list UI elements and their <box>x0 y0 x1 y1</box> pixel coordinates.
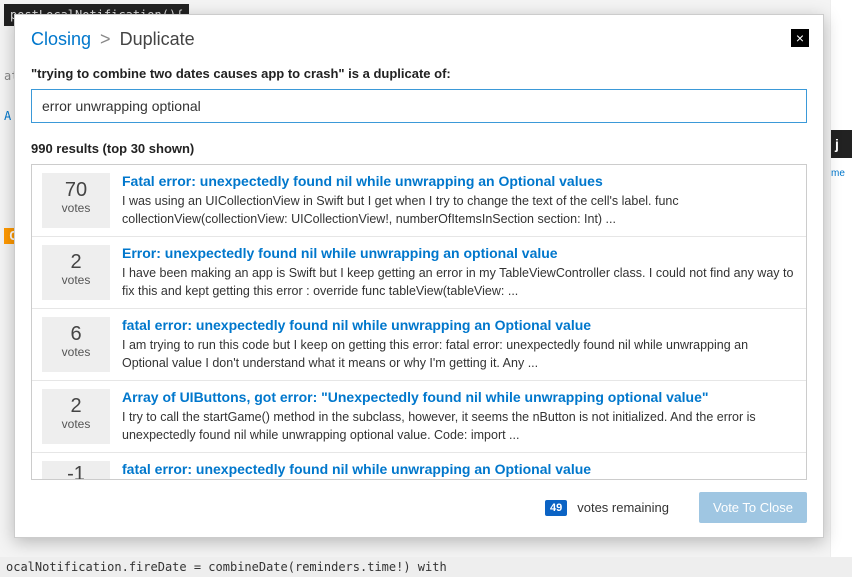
vote-count: 2 votes <box>42 245 110 300</box>
result-title-link[interactable]: Error: unexpectedly found nil while unwr… <box>122 245 796 261</box>
breadcrumb-separator: > <box>100 29 111 49</box>
result-title-link[interactable]: fatal error: unexpectedly found nil whil… <box>122 317 796 333</box>
result-item[interactable]: -1 fatal error: unexpectedly found nil w… <box>32 453 806 480</box>
results-count: 990 results (top 30 shown) <box>31 141 807 156</box>
result-title-link[interactable]: Fatal error: unexpectedly found nil whil… <box>122 173 796 189</box>
vote-count: 6 votes <box>42 317 110 372</box>
dialog-footer: 49 votes remaining Vote To Close <box>31 492 807 523</box>
breadcrumb-current: Duplicate <box>120 29 195 49</box>
results-list: 70 votes Fatal error: unexpectedly found… <box>31 164 807 480</box>
duplicate-search-input[interactable] <box>31 89 807 123</box>
vote-count: -1 <box>42 461 110 480</box>
vote-count: 70 votes <box>42 173 110 228</box>
result-snippet: I have been making an app is Swift but I… <box>122 265 796 300</box>
result-title-link[interactable]: fatal error: unexpectedly found nil whil… <box>122 461 796 477</box>
result-snippet: I was using an UICollectionView in Swift… <box>122 193 796 228</box>
background-code-line: ocalNotification.fireDate = combineDate(… <box>0 557 852 577</box>
result-item[interactable]: 2 votes Array of UIButtons, got error: "… <box>32 381 806 453</box>
duplicate-prompt: "trying to combine two dates causes app … <box>31 66 807 81</box>
result-snippet: I try to call the startGame() method in … <box>122 409 796 444</box>
votes-remaining-badge: 49 <box>545 500 567 516</box>
result-title-link[interactable]: Array of UIButtons, got error: "Unexpect… <box>122 389 796 405</box>
result-item[interactable]: 2 votes Error: unexpectedly found nil wh… <box>32 237 806 309</box>
votes-remaining-label: votes remaining <box>577 500 669 515</box>
result-snippet: I am trying to run this code but I keep … <box>122 337 796 372</box>
result-item[interactable]: 6 votes fatal error: unexpectedly found … <box>32 309 806 381</box>
close-icon[interactable]: × <box>791 29 809 47</box>
close-duplicate-dialog: × Closing > Duplicate "trying to combine… <box>14 14 824 538</box>
breadcrumb-closing-link[interactable]: Closing <box>31 29 91 49</box>
background-sidebar: j me <box>830 0 852 577</box>
vote-count: 2 votes <box>42 389 110 444</box>
result-item[interactable]: 70 votes Fatal error: unexpectedly found… <box>32 165 806 237</box>
vote-to-close-button[interactable]: Vote To Close <box>699 492 807 523</box>
breadcrumb: Closing > Duplicate <box>31 29 807 50</box>
